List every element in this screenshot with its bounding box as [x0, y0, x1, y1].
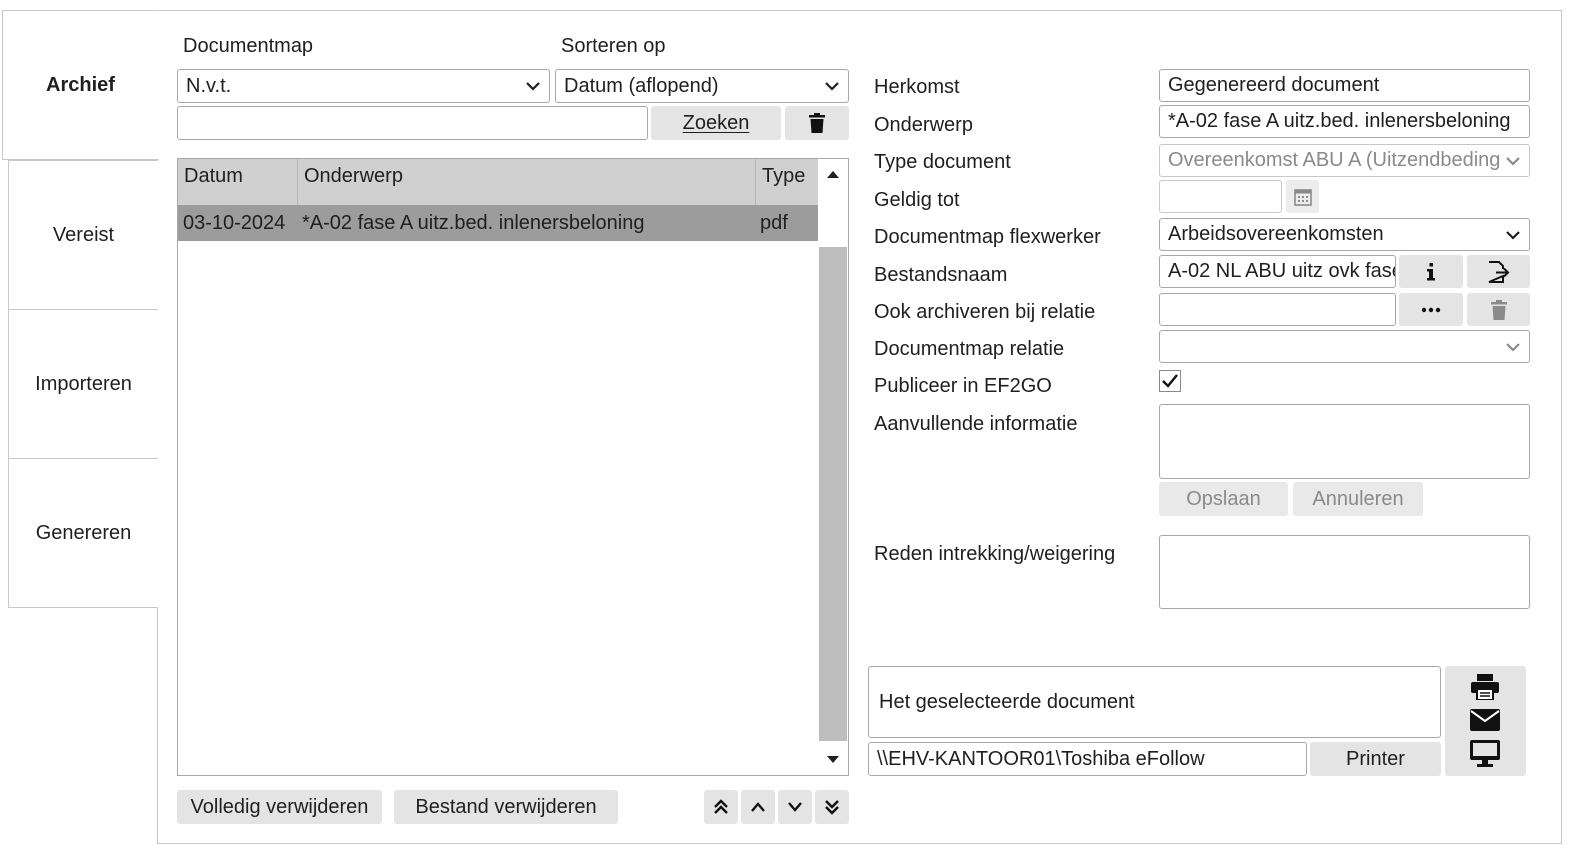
relatie-label: Ook archiveren bij relatie [874, 301, 1096, 323]
tab-label: Vereist [52, 223, 115, 246]
documentmap-select[interactable]: N.v.t. [177, 69, 550, 103]
relatie-field[interactable] [1159, 293, 1396, 326]
checkmark-icon [1162, 374, 1178, 388]
geldig-tot-field[interactable] [1159, 180, 1282, 213]
search-button-label: Zoeken [682, 111, 750, 134]
monitor-icon[interactable] [1467, 738, 1503, 770]
geldig-tot-label: Geldig tot [874, 189, 960, 211]
cancel-button[interactable]: Annuleren [1293, 482, 1423, 516]
documentmap-value: N.v.t. [186, 74, 232, 97]
aanvullende-informatie-label: Aanvullende informatie [874, 413, 1078, 435]
column-header-type[interactable]: Type [756, 159, 818, 205]
move-up-button[interactable] [741, 790, 775, 824]
documentmap-relatie-label: Documentmap relatie [874, 338, 1065, 360]
move-top-button[interactable] [704, 790, 738, 824]
documentmap-flexwerker-label: Documentmap flexwerker [874, 226, 1101, 248]
delete-full-button[interactable]: Volledig verwijderen [177, 790, 382, 824]
chevron-down-icon [788, 802, 802, 812]
double-chevron-down-icon [825, 800, 839, 815]
tab-genereren[interactable]: Genereren [8, 458, 158, 608]
grid-header: Datum Onderwerp Type [178, 159, 818, 205]
scroll-down-arrow-icon[interactable] [818, 745, 848, 775]
bestandsnaam-field[interactable]: A-02 NL ABU uitz ovk fase [1159, 255, 1396, 288]
delete-file-label: Bestand verwijderen [415, 795, 597, 818]
clear-search-button[interactable] [785, 106, 849, 140]
relatie-clear-button[interactable] [1467, 293, 1530, 326]
documentmap-label: Documentmap [183, 35, 314, 57]
type-document-select[interactable]: Overeenkomst ABU A (Uitzendbeding [1159, 144, 1530, 177]
bestandsnaam-label: Bestandsnaam [874, 264, 1008, 286]
type-document-label: Type document [874, 151, 1011, 173]
trash-icon [1490, 299, 1507, 320]
move-bottom-button[interactable] [815, 790, 849, 824]
selected-document-field: Het geselecteerde document [868, 666, 1441, 738]
reden-field[interactable] [1159, 535, 1530, 609]
selected-document-text: Het geselecteerde document [879, 690, 1135, 713]
printer-path-field[interactable]: \\EHV-KANTOOR01\Toshiba eFollow [868, 742, 1307, 776]
output-actions-panel [1445, 666, 1526, 776]
date-picker-button[interactable] [1286, 180, 1319, 213]
scroll-up-arrow-icon[interactable] [818, 159, 848, 189]
sort-value: Datum (aflopend) [564, 74, 719, 97]
chevron-down-icon [1506, 230, 1520, 240]
print-icon[interactable] [1467, 672, 1503, 702]
cell-datum: 03-10-2024 [183, 212, 286, 234]
onderwerp-label: Onderwerp [874, 114, 973, 136]
document-grid[interactable]: Datum Onderwerp Type 03-10-2024 *A-02 fa… [177, 158, 849, 776]
herkomst-label: Herkomst [874, 76, 960, 98]
tab-vereist[interactable]: Vereist [8, 160, 158, 310]
tab-label: Archief [46, 73, 115, 96]
sort-label: Sorteren op [561, 35, 666, 57]
chevron-down-icon [526, 82, 540, 91]
type-document-value: Overeenkomst ABU A (Uitzendbeding [1168, 149, 1501, 171]
delete-full-label: Volledig verwijderen [190, 795, 369, 818]
search-input[interactable] [177, 106, 648, 140]
reden-label: Reden intrekking/weigering [874, 543, 1116, 565]
scrollbar-thumb[interactable] [819, 247, 847, 741]
move-down-button[interactable] [778, 790, 812, 824]
calendar-icon [1293, 188, 1312, 206]
publiceer-label: Publiceer in EF2GO [874, 375, 1052, 397]
save-button[interactable]: Opslaan [1159, 482, 1288, 516]
documentmap-relatie-select[interactable] [1159, 330, 1530, 363]
printer-button[interactable]: Printer [1310, 742, 1441, 776]
envelope-icon[interactable] [1467, 706, 1503, 734]
onderwerp-field[interactable]: *A-02 fase A uitz.bed. inlenersbeloning [1159, 105, 1530, 138]
herkomst-field[interactable]: Gegenereerd document [1159, 69, 1530, 102]
column-header-datum[interactable]: Datum [178, 159, 298, 205]
delete-file-button[interactable]: Bestand verwijderen [394, 790, 618, 824]
relatie-browse-button[interactable] [1399, 293, 1463, 326]
save-button-label: Opslaan [1186, 487, 1261, 510]
file-export-icon [1488, 260, 1509, 283]
ellipsis-icon [1421, 307, 1441, 312]
open-file-button[interactable] [1467, 255, 1530, 288]
printer-button-label: Printer [1346, 747, 1405, 770]
chevron-up-icon [751, 802, 765, 812]
chevron-down-icon [1506, 342, 1520, 352]
publiceer-checkbox[interactable] [1159, 370, 1181, 392]
cell-type: pdf [760, 212, 788, 234]
cancel-button-label: Annuleren [1312, 487, 1404, 510]
aanvullende-informatie-field[interactable] [1159, 404, 1530, 479]
cell-onderwerp: *A-02 fase A uitz.bed. inlenersbeloning [302, 212, 645, 234]
chevron-down-icon [825, 82, 839, 91]
search-button[interactable]: Zoeken [651, 106, 781, 140]
info-icon [1427, 262, 1435, 280]
tab-archief[interactable]: Archief [2, 10, 159, 160]
documentmap-flexwerker-select[interactable]: Arbeidsovereenkomsten [1159, 218, 1530, 251]
double-chevron-up-icon [714, 799, 728, 814]
trash-icon [809, 113, 825, 133]
column-header-onderwerp[interactable]: Onderwerp [298, 159, 756, 205]
sort-select[interactable]: Datum (aflopend) [555, 69, 849, 103]
tab-importeren[interactable]: Importeren [8, 309, 158, 459]
file-info-button[interactable] [1399, 255, 1463, 288]
grid-scrollbar[interactable] [818, 159, 848, 775]
documentmap-flexwerker-value: Arbeidsovereenkomsten [1168, 223, 1384, 245]
table-row[interactable]: 03-10-2024 *A-02 fase A uitz.bed. inlene… [178, 205, 818, 241]
tab-label: Genereren [35, 521, 132, 544]
chevron-down-icon [1506, 156, 1520, 166]
tab-label: Importeren [35, 372, 132, 395]
